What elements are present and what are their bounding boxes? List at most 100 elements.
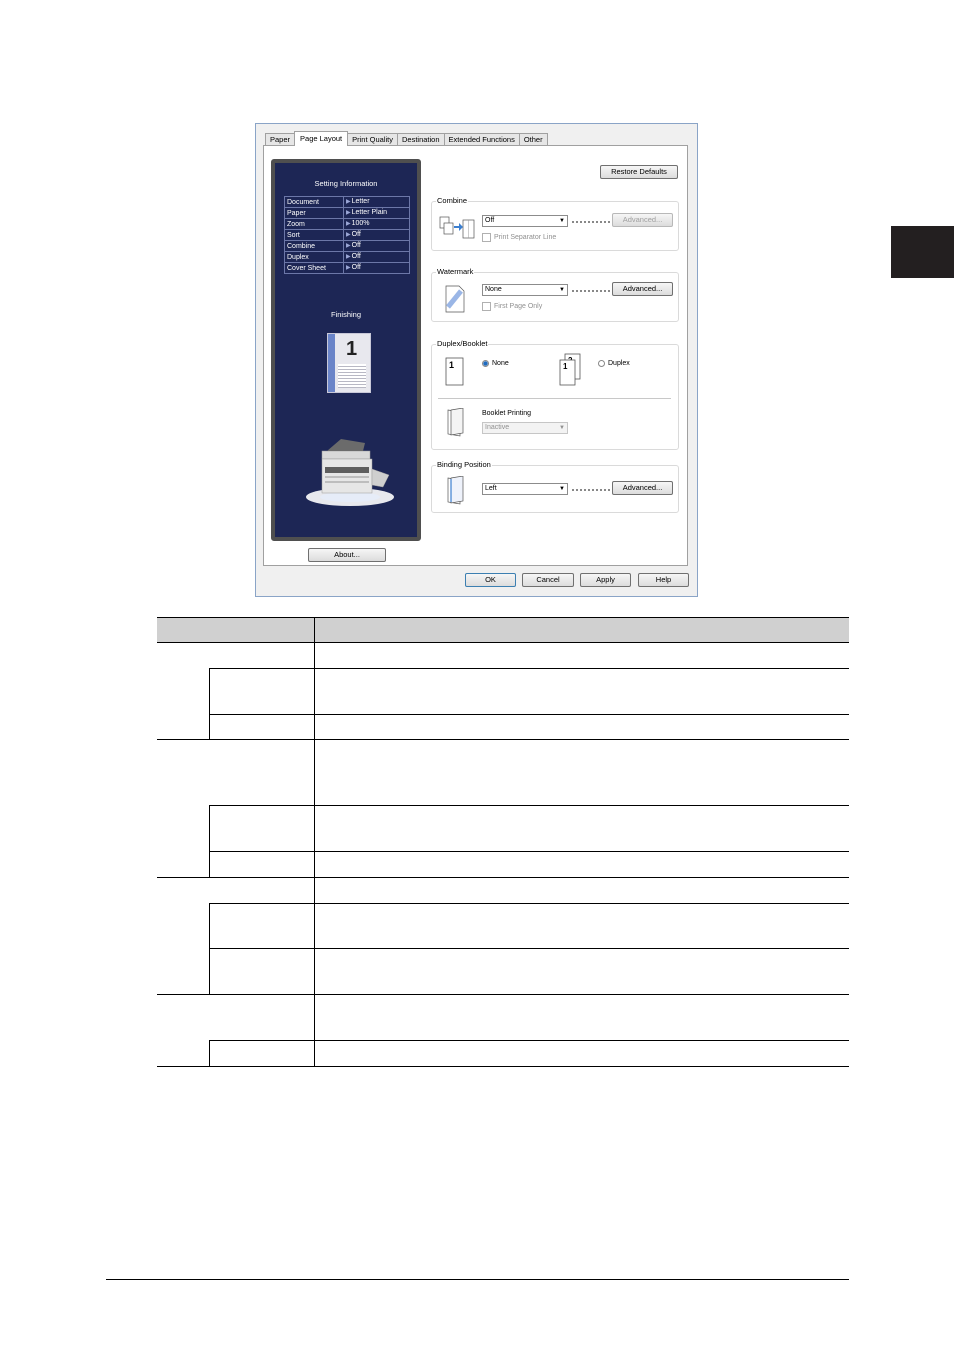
help-button[interactable]: Help [638,573,689,587]
combine-group: Combine Off ▼ Advanced... Print Separator… [431,196,679,251]
info-value: Off [351,264,361,271]
ok-button[interactable]: OK [465,573,516,587]
simplex-page-icon: 1 [445,357,464,386]
apply-button[interactable]: Apply [580,573,631,587]
table-row-line [209,903,849,904]
dotted-connector [572,290,610,292]
table-row-line [157,994,849,995]
watermark-group: Watermark None ▼ Advanced... First Page O… [431,267,679,322]
info-key: Cover Sheet [284,262,344,274]
radio-selected-icon [482,360,489,367]
svg-text:1: 1 [563,362,568,371]
info-row: Sort ▶Off [284,229,410,241]
booklet-printing-label: Booklet Printing [482,410,532,417]
about-button[interactable]: About... [308,548,386,562]
chapter-tab [891,226,954,278]
chevron-down-icon: ▼ [559,287,565,293]
info-row: Combine ▶Off [284,240,410,252]
restore-defaults-button[interactable]: Restore Defaults [600,165,678,179]
table-row-line [209,1040,849,1041]
duplex-duplex-radio[interactable]: Duplex [598,360,630,367]
finishing-label: Finishing [330,310,361,319]
cancel-button[interactable]: Cancel [522,573,574,587]
table-column-divider [314,617,315,1066]
info-key: Sort [284,229,344,241]
table-row-line [157,1066,849,1067]
chevron-down-icon: ▼ [559,425,565,431]
info-row: Document ▶Letter [284,196,410,208]
first-page-only-label: First Page Only [494,303,543,310]
combine-select-value: Off [485,217,495,224]
info-value: Off [351,253,361,260]
info-key: Combine [284,240,344,252]
page-preview-number: 1 [346,338,358,360]
combine-pages-icon [439,216,475,239]
combine-advanced-button[interactable]: Advanced... [612,213,673,227]
info-row: Zoom ▶100% [284,218,410,230]
watermark-icon [445,285,465,313]
radio-icon [598,360,605,367]
table-row-line [209,805,849,806]
info-value-cell: ▶Letter Plain [343,207,410,219]
binding-position-group: Binding Position Left ▼ Advanced... [431,460,679,513]
tab-page-layout[interactable]: Page Layout [294,131,349,146]
triangle-icon: ▶ [346,265,351,271]
duplex-none-label: None [492,360,509,367]
info-row: Paper ▶Letter Plain [284,207,410,219]
duplex-none-radio[interactable]: None [482,360,509,367]
info-value-cell: ▶Off [343,240,410,252]
setting-information-panel: Setting Information Document ▶Letter Pape… [271,159,421,541]
combine-select[interactable]: Off ▼ [482,215,568,227]
table-subcolumn-divider [209,668,210,739]
svg-text:1: 1 [449,360,454,370]
binding-advanced-button[interactable]: Advanced... [612,481,673,495]
checkbox-icon [482,302,491,311]
checkbox-icon [482,233,491,242]
info-value: Letter [351,198,370,205]
binding-position-value: Left [485,485,497,492]
binding-position-select[interactable]: Left ▼ [482,483,568,495]
footer-rule [106,1279,849,1280]
table-subcolumn-divider [209,805,210,877]
triangle-icon: ▶ [346,210,351,216]
info-key: Zoom [284,218,344,230]
info-key: Document [284,196,344,208]
setting-information-title: Setting Information [314,179,378,188]
duplex-duplex-label: Duplex [608,360,630,367]
chevron-down-icon: ▼ [559,218,565,224]
info-row: Duplex ▶Off [284,251,410,263]
info-value: Off [351,231,361,238]
print-separator-line-checkbox[interactable]: Print Separator Line [482,233,556,242]
table-row-line [209,948,849,949]
first-page-only-checkbox[interactable]: First Page Only [482,302,542,311]
binding-position-label: Binding Position [436,460,492,469]
info-value-cell: ▶Letter [343,196,410,208]
duplex-booklet-group: Duplex/Booklet 1 None 2 1 Duplex Booklet… [431,339,679,450]
table-subcolumn-divider [209,1040,210,1066]
booklet-printing-select[interactable]: Inactive ▼ [482,422,568,434]
info-value-cell: ▶Off [343,262,410,274]
info-value: Letter Plain [351,209,388,216]
page-preview-icon: 1 [327,333,371,393]
print-separator-line-label: Print Separator Line [494,234,557,241]
table-row-line [209,668,849,669]
divider [438,398,671,399]
table-row-line [209,851,849,852]
table-row-line [209,714,849,715]
info-value: Off [351,242,361,249]
page-layout-panel: Setting Information Document ▶Letter Pape… [263,145,688,566]
watermark-advanced-button[interactable]: Advanced... [612,282,673,296]
info-value: 100% [351,220,370,227]
booklet-icon [447,408,464,437]
tab-bar: Paper Page Layout Print Quality Destinat… [265,131,548,146]
table-header [157,617,849,643]
triangle-icon: ▶ [346,199,351,205]
dotted-connector [572,489,610,491]
booklet-printing-value: Inactive [485,424,510,431]
watermark-select[interactable]: None ▼ [482,284,568,296]
info-row: Cover Sheet ▶Off [284,262,410,274]
combine-label: Combine [436,196,469,205]
triangle-icon: ▶ [346,221,351,227]
duplex-booklet-label: Duplex/Booklet [436,339,489,348]
triangle-icon: ▶ [346,254,351,260]
